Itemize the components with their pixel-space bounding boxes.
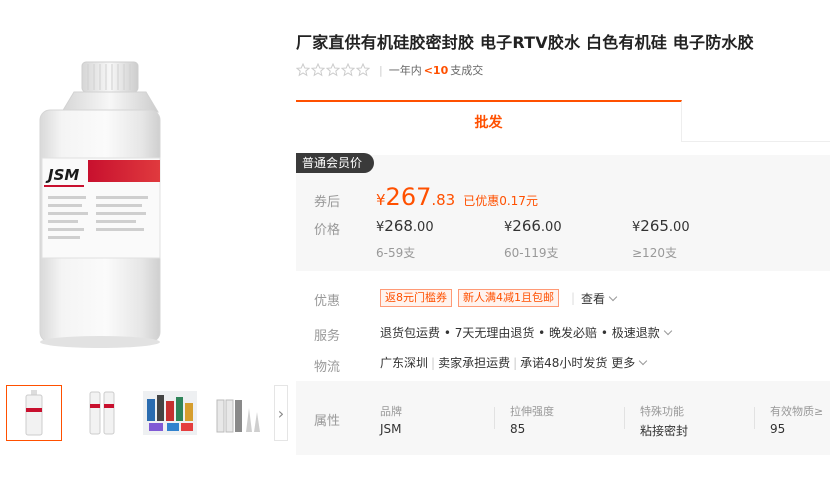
rating-period: 一年内 (388, 64, 422, 77)
tier-price-decimal: .00 (412, 220, 434, 235)
coupon-tag[interactable]: 返8元门槛券 (380, 289, 452, 307)
thumbnail-product-assortment[interactable] (142, 385, 198, 441)
tier-quantity: 60-119支 (504, 246, 559, 260)
star-outline-icon (326, 63, 340, 77)
attribute-key: 拉伸强度 (510, 405, 554, 418)
attribute-item: 拉伸强度 85 (510, 403, 554, 436)
currency-symbol: ¥ (376, 191, 386, 209)
deals-unit: 支成交 (450, 64, 484, 77)
svg-text:JSM: JSM (45, 166, 79, 184)
divider: | (431, 356, 436, 370)
divider (494, 407, 495, 429)
star-outline-icon (311, 63, 325, 77)
tier-price-decimal: .00 (540, 220, 562, 235)
logistics-label: 物流 (314, 360, 341, 375)
service-label: 服务 (314, 329, 341, 344)
tier-quantity: 6-59支 (376, 246, 416, 260)
attribute-item: 特殊功能 粘接密封 (640, 403, 688, 439)
thumbnail-two-cartridges[interactable] (74, 385, 130, 441)
logistics-more-link[interactable]: 更多 (611, 356, 648, 370)
tier-price-integer: 266 (512, 217, 541, 235)
new-user-tag[interactable]: 新人满4减1且包邮 (458, 289, 559, 307)
view-promotions-link[interactable]: 查看 (581, 290, 618, 307)
tier-price-integer: 268 (384, 217, 413, 235)
attribute-item: 品牌 JSM (380, 403, 402, 436)
attribute-item: 有效物质≥ 95 (770, 403, 823, 436)
shipping-promise: 承诺48小时发货 (520, 356, 608, 370)
tier-quantity: ≥120支 (632, 246, 677, 260)
divider: | (513, 356, 518, 370)
deals-count: <10 (423, 63, 449, 77)
thumbnail-strip: › (6, 385, 288, 441)
chevron-down-icon (663, 326, 673, 336)
thumbnail-single-cartridge[interactable] (6, 385, 62, 441)
coupon-price-integer: 267 (385, 183, 432, 211)
promotions-label: 优惠 (314, 294, 341, 309)
attribute-value: JSM (380, 422, 402, 436)
attribute-key: 特殊功能 (640, 405, 684, 418)
chevron-right-icon: › (277, 403, 285, 423)
divider (754, 407, 755, 429)
coupon-price-decimal: .83 (431, 191, 456, 209)
attribute-value: 85 (510, 422, 526, 436)
attribute-value: 粘接密封 (640, 424, 689, 438)
divider (624, 407, 625, 429)
service-text: 退货包运费 • 7天无理由退货 • 晚发必赔 • 极速退款 (380, 326, 660, 340)
price-tier: ¥268.00 6-59支 (376, 217, 434, 261)
purchase-tab-bar: 批发 (296, 100, 830, 142)
price-panel: 普通会员价 券后 ¥ 267 .83 已优惠0.17元 价格 ¥268.00 6… (296, 153, 830, 271)
chevron-down-icon (608, 292, 618, 301)
rating-row: | 一年内 <10 支成交 (296, 62, 483, 78)
shipping-origin: 广东深圳 (380, 356, 429, 370)
tier-price-integer: 265 (640, 217, 669, 235)
tier-price-decimal: .00 (668, 220, 690, 235)
shipping-fee: 卖家承担运费 (438, 356, 511, 370)
attribute-key: 有效物质≥ (770, 405, 824, 418)
coupon-price-label: 券后 (314, 195, 341, 210)
price-label: 价格 (314, 223, 341, 238)
price-tier: ¥266.00 60-119支 (504, 217, 562, 261)
tab-wholesale[interactable]: 批发 (296, 100, 682, 142)
chevron-down-icon (639, 356, 648, 366)
attributes-panel: 属性 品牌 JSM 拉伸强度 85 特殊功能 粘接密封 有效物质≥ 95 (296, 381, 830, 455)
attributes-label: 属性 (314, 414, 341, 429)
main-product-image[interactable]: JSM (0, 30, 260, 360)
price-tier: ¥265.00 ≥120支 (632, 217, 690, 261)
promotions-row: 返8元门槛券 新人满4减1且包邮 | 查看 (380, 289, 618, 307)
product-title: 厂家直供有机硅胶密封胶 电子RTV胶水 白色有机硅 电子防水胶 (296, 33, 754, 52)
thumbnail-next-button[interactable]: › (274, 385, 288, 441)
star-outline-icon (296, 63, 310, 77)
divider: | (571, 291, 576, 305)
logistics-row: 广东深圳 | 卖家承担运费 | 承诺48小时发货 更多 (380, 354, 648, 371)
attribute-value: 95 (770, 422, 786, 436)
star-outline-icon (341, 63, 355, 77)
more-label: 更多 (611, 356, 636, 370)
service-row[interactable]: 退货包运费 • 7天无理由退货 • 晚发必赔 • 极速退款 (380, 324, 673, 341)
star-rating (296, 63, 371, 77)
thumbnail-cartridges-and-nozzles[interactable] (210, 385, 266, 441)
coupon-saving: 已优惠0.17元 (463, 194, 538, 208)
attribute-key: 品牌 (380, 405, 402, 418)
divider: | (379, 63, 383, 77)
coupon-price: ¥ 267 .83 已优惠0.17元 (376, 183, 538, 211)
star-outline-icon (356, 63, 370, 77)
view-promotions-label: 查看 (581, 291, 606, 306)
member-price-tag: 普通会员价 (296, 153, 375, 173)
